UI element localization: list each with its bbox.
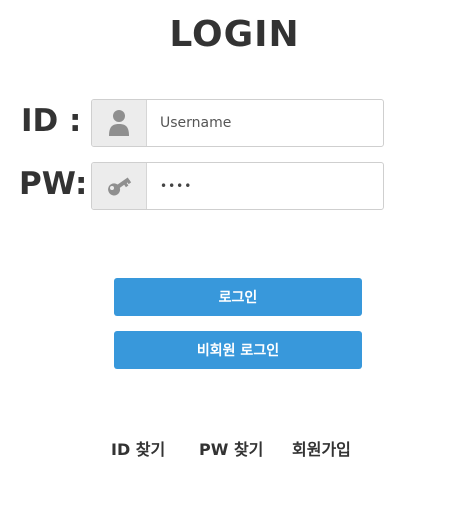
footer-links: ID 찾기 PW 찾기 회원가입 — [0, 436, 469, 460]
signup-link[interactable]: 회원가입 — [292, 436, 351, 460]
guest-login-button[interactable]: 비회원 로그인 — [114, 331, 362, 369]
username-input-group — [91, 99, 384, 147]
password-input-group: •••• — [91, 162, 384, 210]
page-title: LOGIN — [169, 14, 300, 55]
id-label: ID : — [21, 103, 82, 139]
username-input[interactable] — [148, 100, 383, 146]
login-button[interactable]: 로그인 — [114, 278, 362, 316]
pw-label: PW: — [19, 166, 88, 202]
password-input[interactable]: •••• — [148, 163, 383, 209]
key-icon — [92, 163, 147, 209]
find-pw-link[interactable]: PW 찾기 — [199, 436, 263, 460]
find-id-link[interactable]: ID 찾기 — [111, 436, 165, 460]
password-value: •••• — [160, 179, 193, 193]
user-icon — [92, 100, 147, 146]
